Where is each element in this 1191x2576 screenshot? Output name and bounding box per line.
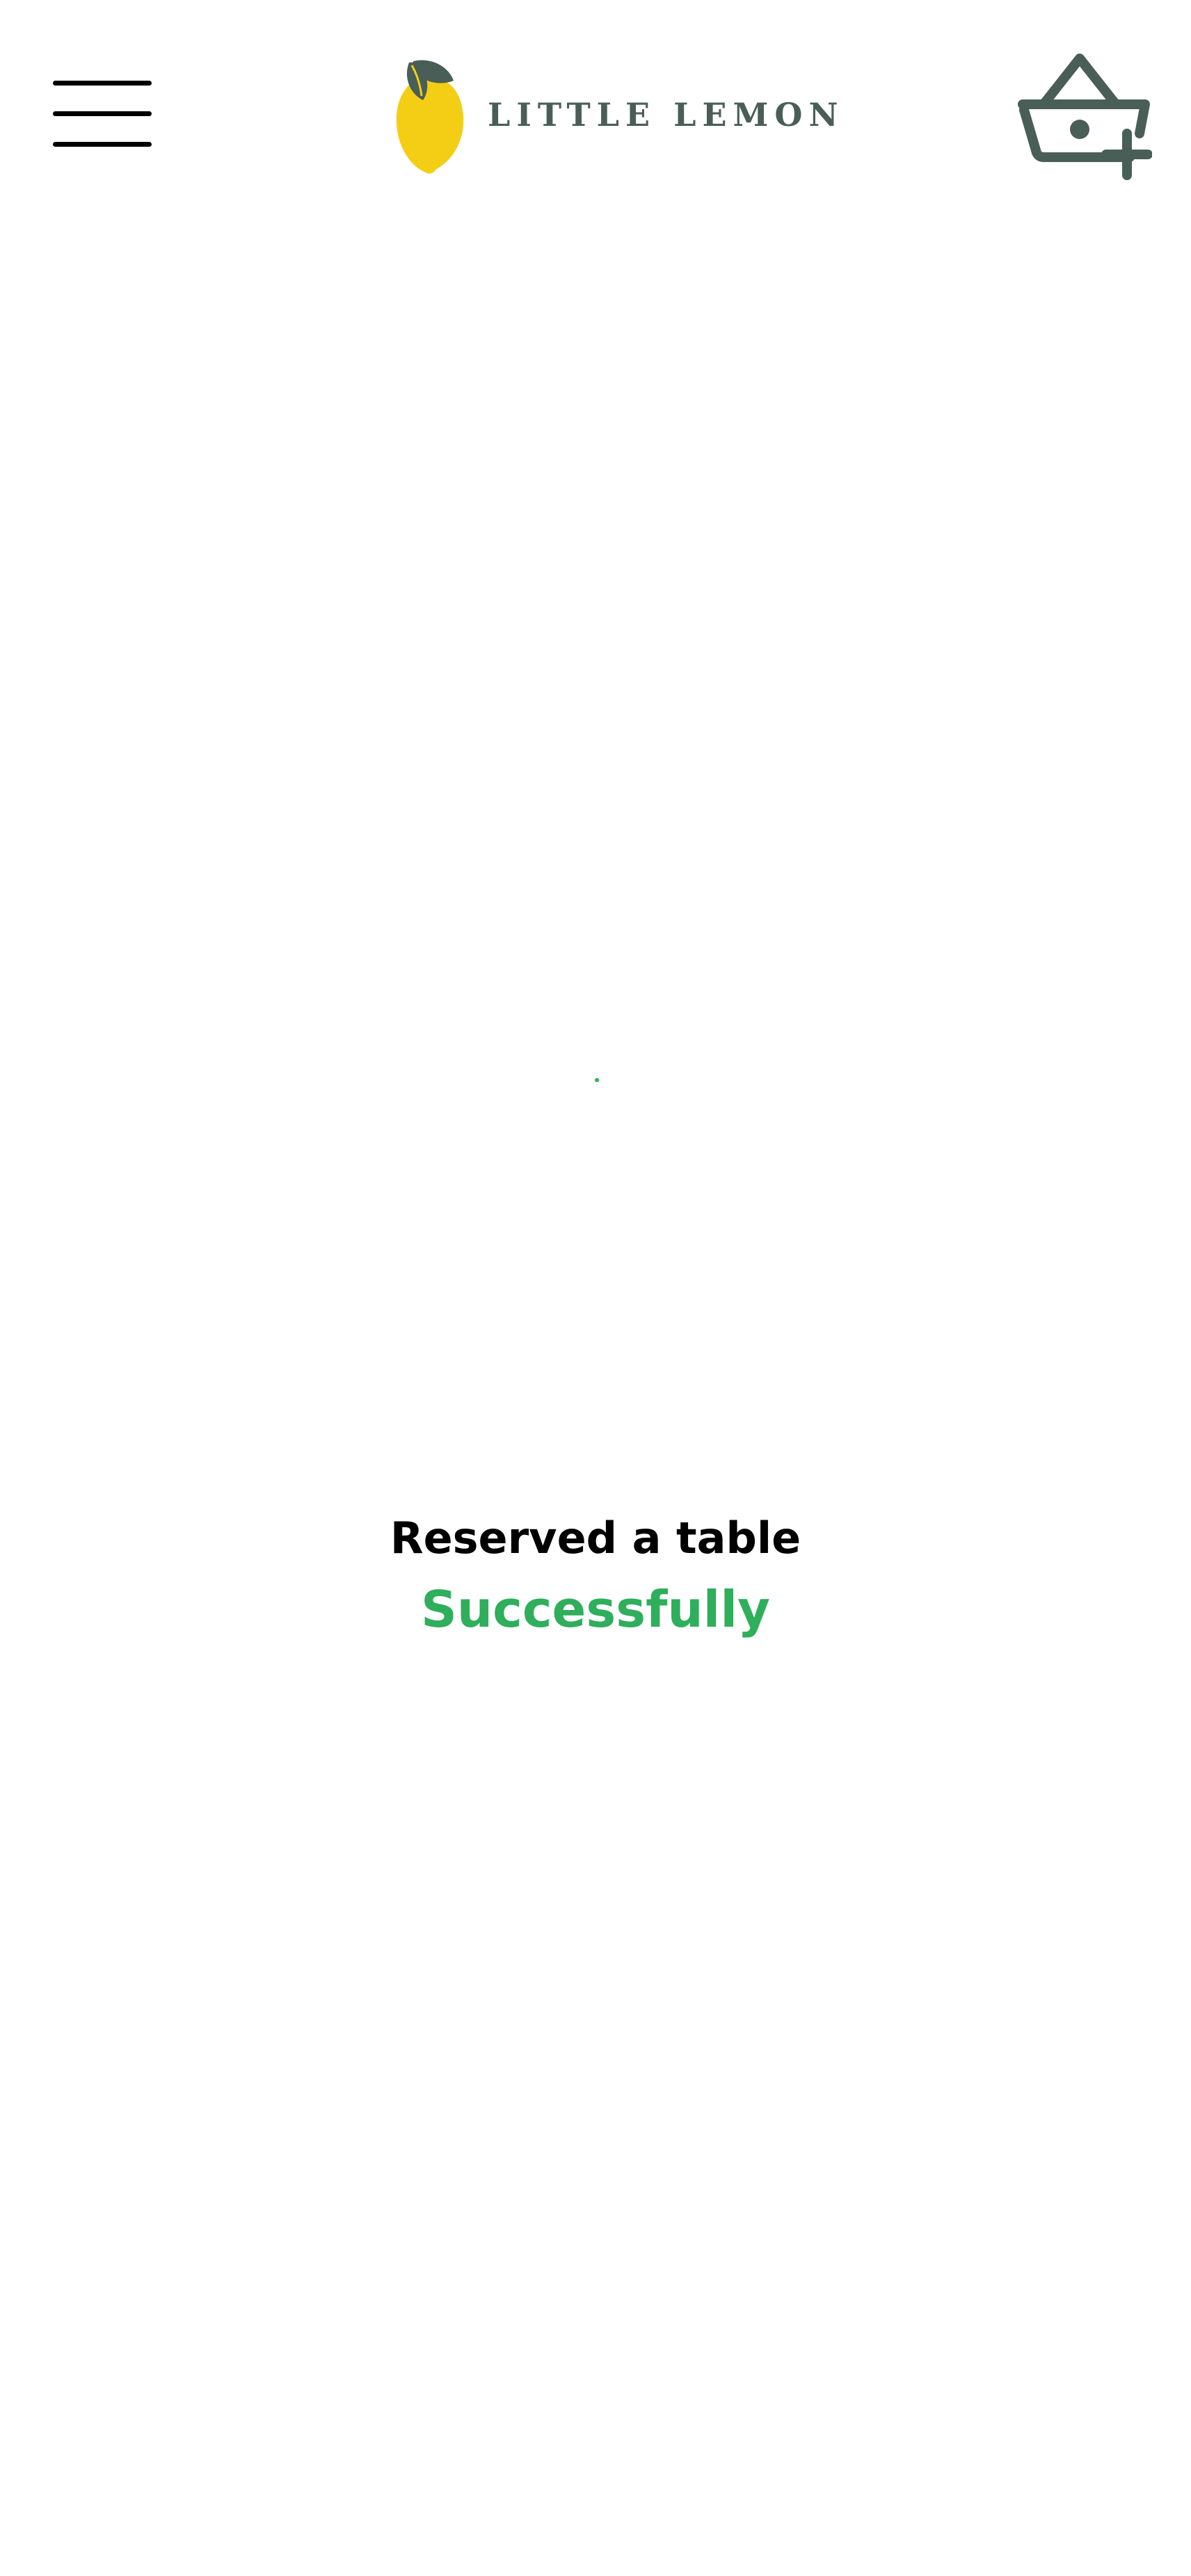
- app-header: LITTLE LEMON: [0, 0, 1191, 223]
- menu-bar: [53, 81, 152, 86]
- menu-bar: [53, 111, 152, 116]
- little-lemon-logo[interactable]: LITTLE LEMON: [394, 57, 838, 175]
- confirmation-title: Reserved a table: [390, 1513, 801, 1563]
- hamburger-menu-button[interactable]: [53, 78, 152, 150]
- brand-name: LITTLE LEMON: [488, 96, 845, 134]
- cart-button[interactable]: [1016, 53, 1153, 181]
- basket-add-icon: [1018, 54, 1153, 180]
- loading-indicator: [595, 1078, 599, 1082]
- reservation-confirmation: Reserved a table Successfully: [0, 1509, 1191, 1644]
- menu-bar: [53, 142, 152, 147]
- lemon-icon: [396, 60, 464, 174]
- confirmation-status: Successfully: [421, 1580, 770, 1639]
